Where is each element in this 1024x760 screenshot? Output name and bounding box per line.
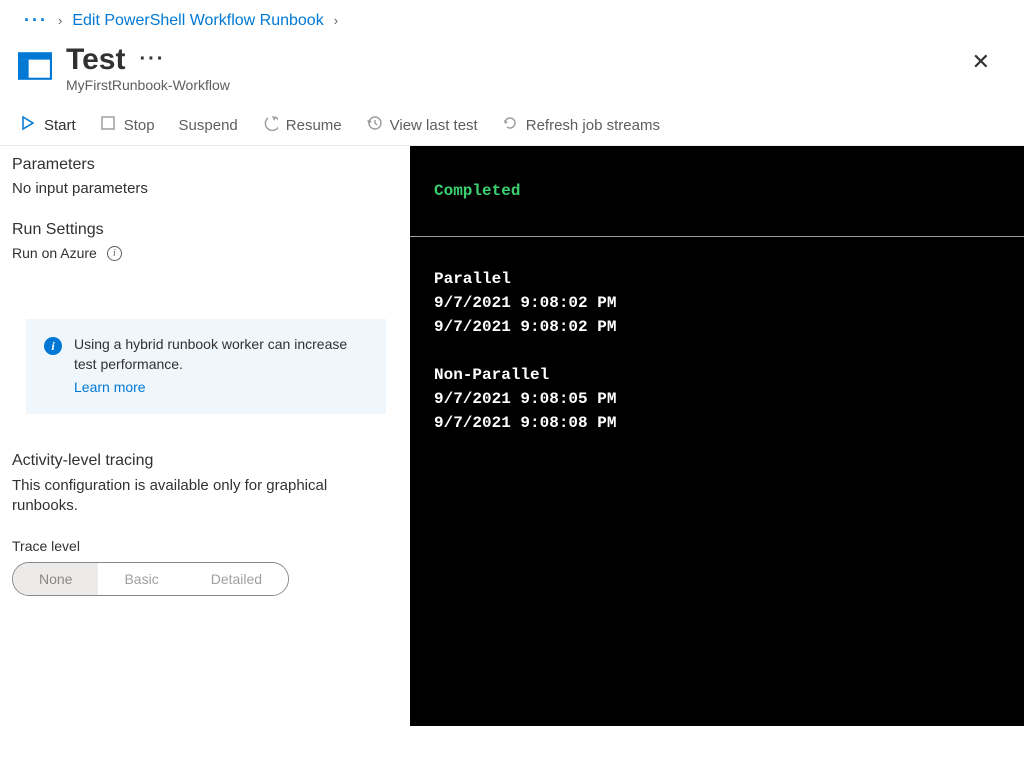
content: Parameters No input parameters Run Setti… — [0, 146, 1024, 726]
refresh-button[interactable]: Refresh job streams — [502, 115, 660, 135]
page-subtitle: MyFirstRunbook-Workflow — [66, 77, 230, 93]
breadcrumb-overflow[interactable]: ··· — [24, 10, 48, 31]
history-icon — [366, 115, 382, 135]
page-title: Test··· — [66, 43, 165, 77]
trace-level-segmented: None Basic Detailed — [12, 562, 289, 596]
breadcrumb-link-edit[interactable]: Edit PowerShell Workflow Runbook — [72, 12, 323, 30]
info-icon: i — [44, 337, 62, 355]
breadcrumb: ··· › Edit PowerShell Workflow Runbook › — [0, 0, 1024, 37]
tracing-heading: Activity-level tracing — [12, 452, 386, 470]
close-button[interactable]: ✕ — [962, 43, 1000, 81]
trace-level-label: Trace level — [12, 538, 386, 554]
run-settings-heading: Run Settings — [12, 221, 386, 239]
chevron-right-icon: › — [58, 13, 62, 28]
output-terminal: Completed Parallel 9/7/2021 9:08:02 PM 9… — [410, 146, 1024, 726]
tracing-description: This configuration is available only for… — [12, 476, 386, 517]
resume-button[interactable]: Resume — [262, 115, 342, 135]
play-icon — [20, 115, 36, 135]
info-box-text: Using a hybrid runbook worker can increa… — [74, 336, 347, 372]
title-row: Test··· MyFirstRunbook-Workflow ✕ — [0, 37, 1024, 107]
job-output: Parallel 9/7/2021 9:08:02 PM 9/7/2021 9:… — [410, 237, 1024, 465]
suspend-button[interactable]: Suspend — [179, 117, 238, 134]
left-panel: Parameters No input parameters Run Setti… — [0, 146, 410, 726]
parameters-heading: Parameters — [12, 156, 386, 174]
resume-icon — [262, 115, 278, 135]
job-status: Completed — [410, 146, 1024, 236]
refresh-icon — [502, 115, 518, 135]
stop-button[interactable]: Stop — [100, 115, 155, 135]
stop-icon — [100, 115, 116, 135]
parameters-text: No input parameters — [12, 180, 386, 197]
chevron-right-icon: › — [334, 13, 338, 28]
trace-level-none[interactable]: None — [13, 563, 98, 595]
view-last-test-button[interactable]: View last test — [366, 115, 478, 135]
runbook-icon — [18, 49, 52, 83]
learn-more-link[interactable]: Learn more — [74, 378, 146, 398]
hybrid-worker-info-box: i Using a hybrid runbook worker can incr… — [26, 319, 386, 414]
title-block: Test··· MyFirstRunbook-Workflow — [66, 43, 230, 93]
trace-level-detailed[interactable]: Detailed — [185, 563, 288, 595]
toolbar: Start Stop Suspend Resume View last test… — [0, 107, 1024, 146]
title-more-menu[interactable]: ··· — [139, 48, 165, 70]
trace-level-basic[interactable]: Basic — [98, 563, 184, 595]
run-on-value: Run on Azure — [12, 245, 97, 261]
info-icon[interactable]: i — [107, 246, 122, 261]
start-button[interactable]: Start — [20, 115, 76, 135]
